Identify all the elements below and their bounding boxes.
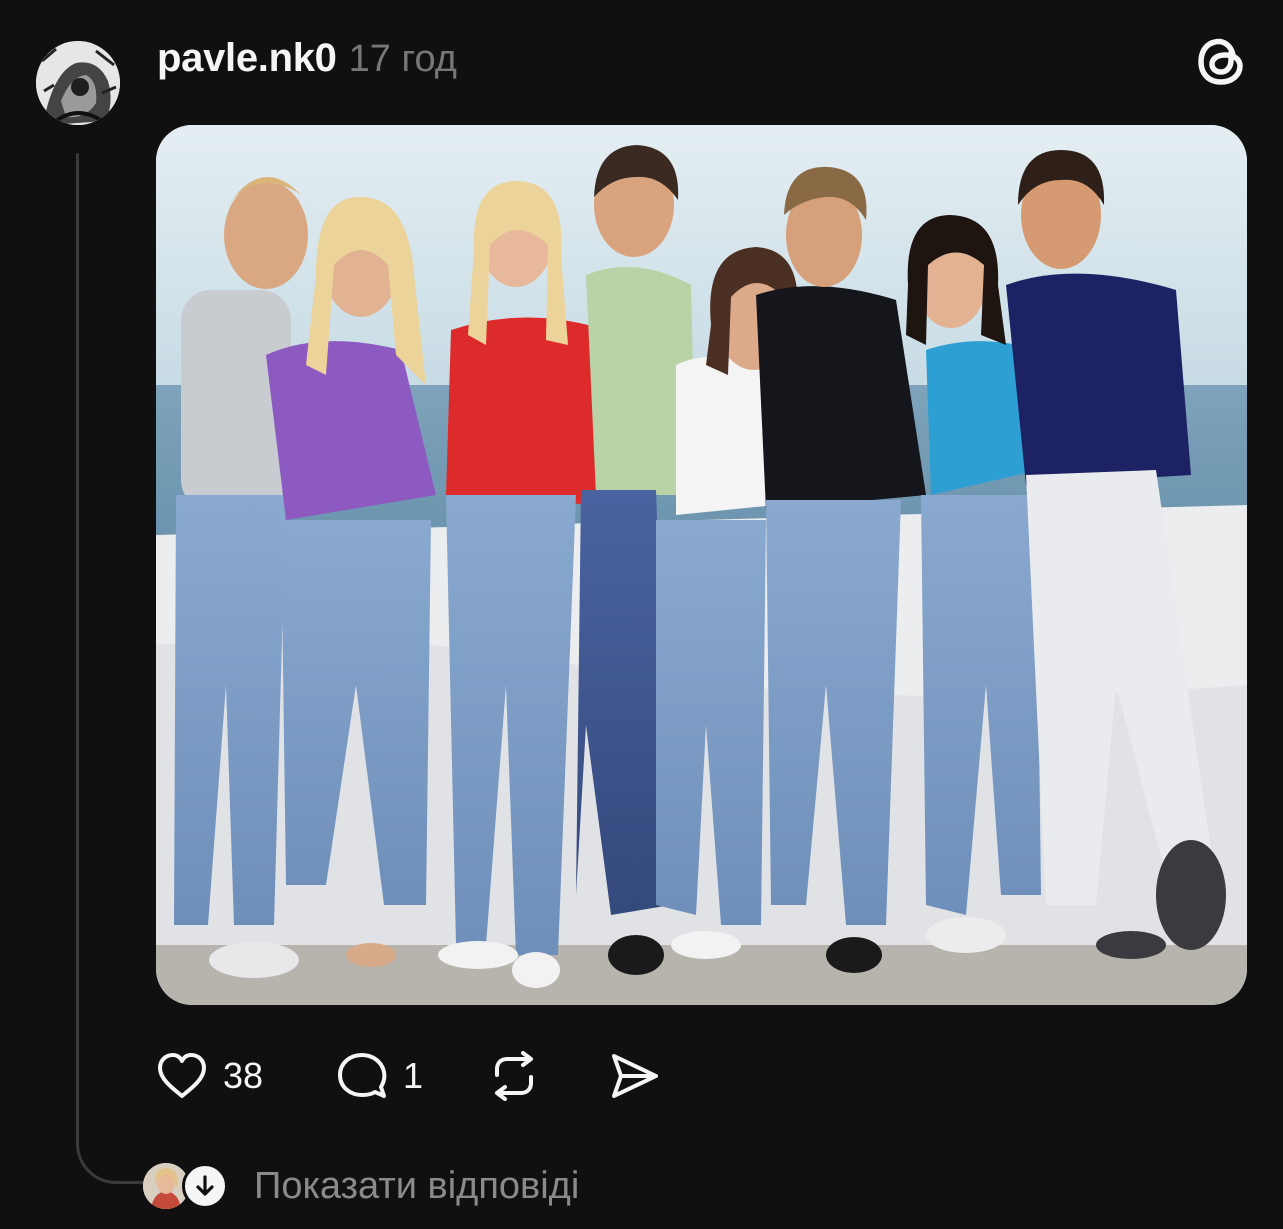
comment-button[interactable]: 1 (335, 1051, 423, 1101)
comment-bubble-icon (335, 1051, 389, 1101)
thread-post: pavle.nk0 17 год 38 1 Показати відповіді (0, 0, 1283, 1229)
arrow-down-icon (182, 1163, 228, 1209)
repost-button[interactable] (487, 1051, 541, 1101)
post-actions: 38 1 (155, 1046, 661, 1106)
show-replies-row[interactable]: Показати відповіді (143, 1158, 579, 1214)
thread-line-curve (76, 1100, 146, 1184)
post-header: pavle.nk0 17 год (157, 36, 457, 88)
post-image[interactable] (156, 125, 1247, 1005)
username[interactable]: pavle.nk0 (157, 36, 337, 81)
threads-logo-icon[interactable] (1193, 33, 1249, 89)
post-timestamp: 17 год (348, 38, 457, 80)
repost-icon (487, 1051, 541, 1101)
send-icon (607, 1051, 661, 1101)
heart-icon (155, 1051, 209, 1101)
like-count: 38 (223, 1055, 264, 1096)
share-button[interactable] (607, 1051, 661, 1101)
thread-line (76, 153, 79, 1108)
like-button[interactable]: 38 (155, 1051, 263, 1101)
comment-count: 1 (403, 1055, 424, 1096)
show-replies-link[interactable]: Показати відповіді (254, 1165, 579, 1208)
user-avatar[interactable] (36, 41, 120, 125)
